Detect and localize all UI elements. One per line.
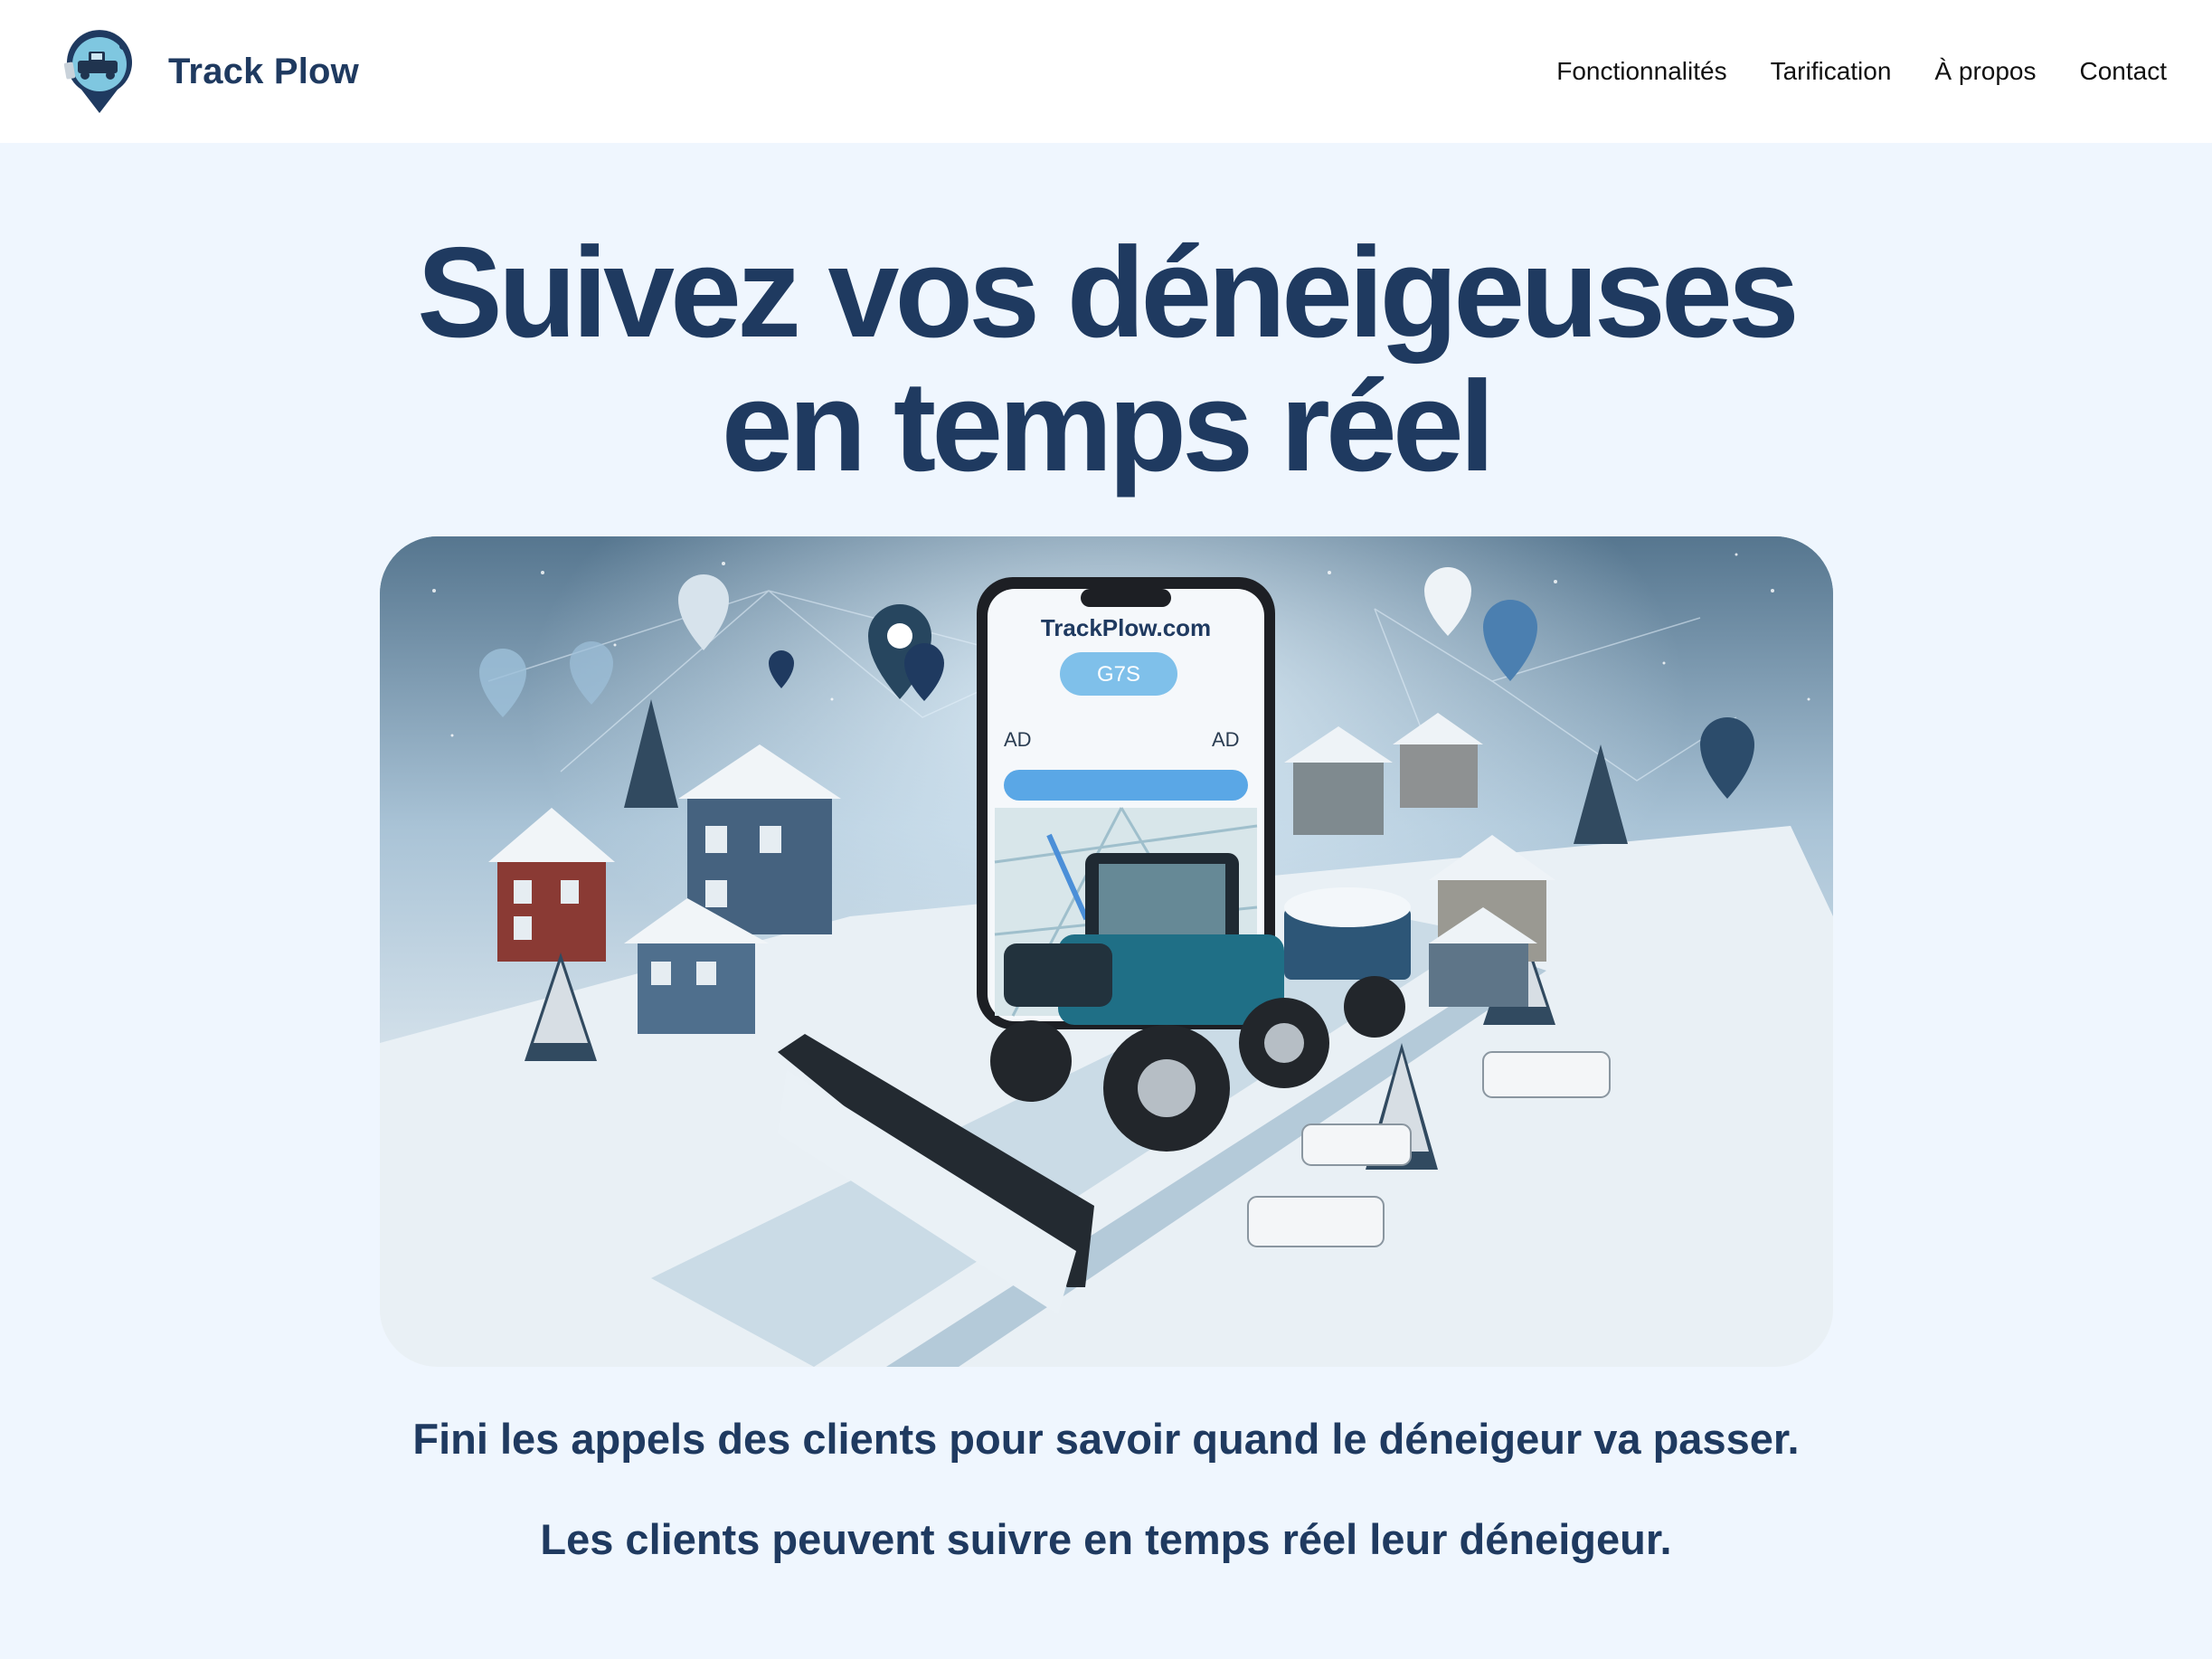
main-nav: Fonctionnalités Tarification À propos Co… bbox=[1556, 57, 2167, 86]
tagline-secondary: Les clients peuvent suivre en temps réel… bbox=[540, 1515, 1672, 1563]
hero-title-line-2: en temps réel bbox=[721, 355, 1496, 498]
phone-badge: G7S bbox=[1097, 662, 1140, 687]
nav-link-fonctionnalites[interactable]: Fonctionnalités bbox=[1556, 57, 1726, 86]
nav-link-tarification[interactable]: Tarification bbox=[1771, 57, 1892, 86]
site-header: Track Plow Fonctionnalités Tarification … bbox=[0, 0, 2212, 143]
phone-left-label: AD bbox=[1004, 728, 1032, 751]
phone-site-label: TrackPlow.com bbox=[1041, 614, 1211, 641]
nav-link-contact[interactable]: Contact bbox=[2080, 57, 2168, 86]
brand[interactable]: Track Plow bbox=[54, 26, 359, 117]
snowplow-tracking-illustration-icon: TrackPlow.com G7S AD AD bbox=[380, 536, 1833, 1367]
hero-title-line-1: Suivez vos déneigeuses bbox=[417, 221, 1800, 365]
hero-title: Suivez vos déneigeuses en temps réel bbox=[0, 226, 2212, 494]
hero-illustration: TrackPlow.com G7S AD AD bbox=[380, 536, 1833, 1367]
phone-right-label: AD bbox=[1212, 728, 1240, 751]
brand-name: Track Plow bbox=[168, 51, 359, 91]
nav-link-a-propos[interactable]: À propos bbox=[1934, 57, 2036, 86]
snowplow-logo-icon bbox=[63, 30, 132, 113]
tagline-primary: Fini les appels des clients pour savoir … bbox=[412, 1415, 1800, 1463]
